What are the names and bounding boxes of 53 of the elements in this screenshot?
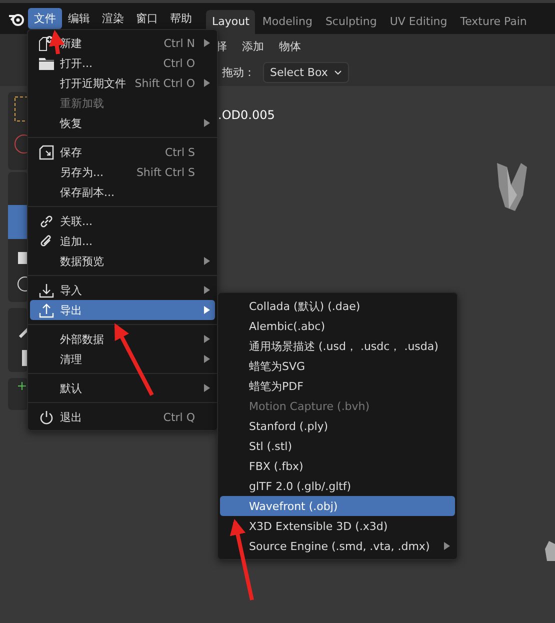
workspace-tab[interactable]: Sculpting bbox=[319, 10, 383, 34]
top-menu[interactable]: 编辑 bbox=[62, 8, 96, 29]
workspace-tab[interactable]: UV Editing bbox=[384, 10, 454, 34]
object-label: .OD0.005 bbox=[218, 108, 275, 122]
menu-item[interactable]: 打开近期文件 Shift Ctrl O bbox=[30, 73, 215, 93]
drag-label: 拖动： bbox=[222, 64, 255, 80]
menu-item[interactable]: 通用场景描述 (.usd， .usdc， .usda) bbox=[220, 336, 455, 356]
workspace-tab[interactable]: Texture Pain bbox=[454, 10, 533, 34]
menu-item[interactable]: 保存 Ctrl S bbox=[30, 142, 215, 162]
menu-item[interactable]: Collada (默认) (.dae) bbox=[220, 296, 455, 316]
logo-icon[interactable] bbox=[8, 12, 25, 26]
menu-item[interactable]: 蜡笔为PDF bbox=[220, 376, 455, 396]
menu-item[interactable]: 追加... bbox=[30, 231, 215, 251]
menu-item[interactable]: Wavefront (.obj) bbox=[220, 496, 455, 516]
menu-item[interactable]: 默认 bbox=[30, 378, 215, 398]
top-menu[interactable]: 帮助 bbox=[164, 8, 198, 29]
header-menu[interactable]: 物体 bbox=[279, 38, 301, 54]
select-mode-dropdown[interactable]: Select Box bbox=[263, 62, 349, 82]
menu-item[interactable]: 退出 Ctrl Q bbox=[30, 407, 215, 427]
menu-item[interactable]: 外部数据 bbox=[30, 329, 215, 349]
chevron-icon bbox=[334, 70, 342, 74]
menu-item[interactable]: 保存副本... bbox=[30, 182, 215, 202]
menu-item[interactable]: Alembic(.abc) bbox=[220, 316, 455, 336]
export-icon bbox=[38, 302, 54, 318]
menu-item[interactable]: glTF 2.0 (.glb/.gltf) bbox=[220, 476, 455, 496]
top-menu[interactable]: 文件 bbox=[28, 8, 62, 29]
menu-item[interactable]: 导入 bbox=[30, 280, 215, 300]
menu-item[interactable]: Source Engine (.smd, .vta, .dmx) bbox=[220, 536, 455, 556]
folder-icon bbox=[38, 56, 54, 70]
menu-item[interactable]: 数据预览 bbox=[30, 251, 215, 271]
header-menu[interactable]: 添加 bbox=[242, 38, 264, 54]
link-icon bbox=[38, 214, 54, 228]
menu-item[interactable]: 蜡笔为SVG bbox=[220, 356, 455, 376]
menu-item[interactable]: 导出 bbox=[30, 300, 215, 320]
mesh-object-drawing bbox=[545, 541, 555, 561]
menu-item[interactable]: 清理 bbox=[30, 349, 215, 369]
top-menu[interactable]: 窗口 bbox=[130, 8, 164, 29]
import-icon bbox=[38, 282, 54, 298]
menu-item[interactable]: X3D Extensible 3D (.x3d) bbox=[220, 516, 455, 536]
save-icon bbox=[38, 144, 54, 160]
menu-item[interactable]: 另存为... Shift Ctrl S bbox=[30, 162, 215, 182]
power-icon bbox=[38, 410, 54, 424]
menu-item[interactable]: 关联... bbox=[30, 211, 215, 231]
paperclip-icon bbox=[38, 234, 54, 248]
workspace-tab[interactable]: Layout bbox=[206, 10, 256, 34]
menu-item[interactable]: FBX (.fbx) bbox=[220, 456, 455, 476]
new-file-icon bbox=[39, 36, 53, 50]
menu-item[interactable]: Stl (.stl) bbox=[220, 436, 455, 456]
top-menu[interactable]: 渲染 bbox=[96, 8, 130, 29]
menu-item[interactable]: 打开... Ctrl O bbox=[30, 53, 215, 73]
menu-item[interactable]: Stanford (.ply) bbox=[220, 416, 455, 436]
workspace-tab[interactable]: Modeling bbox=[256, 10, 318, 34]
menu-item[interactable]: 恢复 bbox=[30, 113, 215, 133]
